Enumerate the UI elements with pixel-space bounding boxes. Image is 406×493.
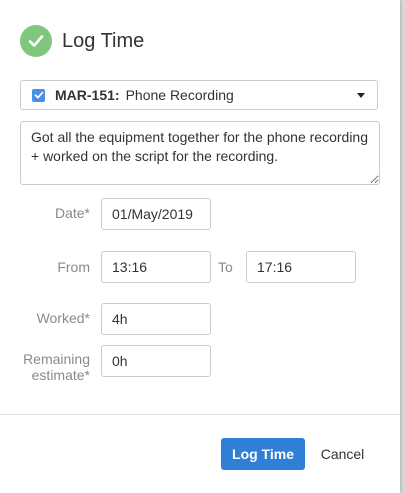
date-label: Date* [54, 205, 90, 221]
date-input[interactable]: 01/May/2019 [101, 198, 211, 230]
chevron-down-icon[interactable] [357, 93, 365, 98]
from-label: From [57, 259, 90, 275]
cancel-button[interactable]: Cancel [315, 438, 370, 470]
worked-label: Worked* [36, 310, 90, 326]
issue-summary: Phone Recording [125, 87, 234, 103]
page-backdrop [400, 0, 406, 493]
dialog-title: Log Time [62, 29, 145, 52]
check-circle-icon [20, 25, 52, 57]
from-time-input[interactable]: 13:16 [101, 251, 211, 283]
log-time-dialog: Log Time MAR-151: Phone Recording Got al… [0, 0, 400, 493]
worked-input[interactable]: 4h [101, 303, 211, 335]
description-textarea[interactable]: Got all the equipment together for the p… [20, 121, 380, 185]
remaining-label-line1: Remaining [23, 351, 90, 367]
issue-select[interactable]: MAR-151: Phone Recording [20, 80, 378, 110]
issue-checkbox-icon[interactable] [32, 88, 45, 102]
remaining-estimate-input[interactable]: 0h [101, 345, 211, 377]
to-time-input[interactable]: 17:16 [246, 251, 356, 283]
remaining-label-line2: estimate* [31, 367, 90, 383]
remaining-estimate-label: Remaining estimate* [20, 351, 90, 383]
issue-key: MAR-151: [55, 87, 120, 103]
footer-divider [0, 414, 400, 415]
to-label: To [218, 259, 233, 275]
log-time-button[interactable]: Log Time [221, 438, 305, 470]
dialog-header: Log Time [20, 24, 144, 58]
